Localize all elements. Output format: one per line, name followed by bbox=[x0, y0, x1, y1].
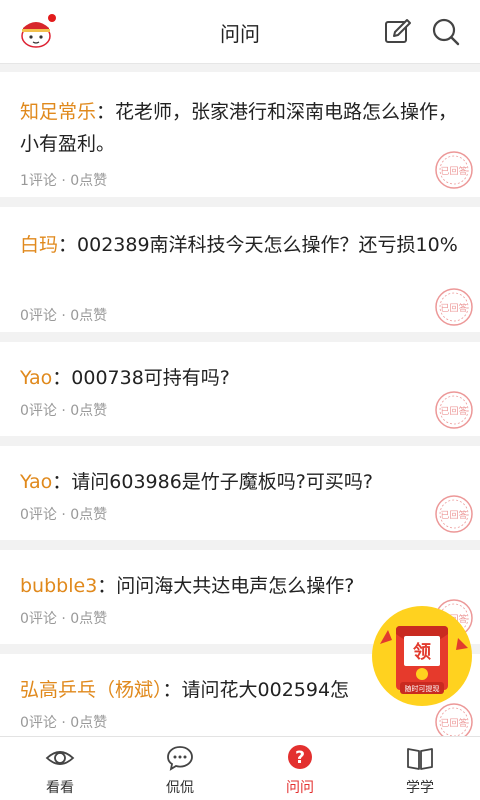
eye-icon bbox=[45, 751, 75, 765]
tab-label: 学学 bbox=[406, 780, 434, 796]
question-card[interactable]: 知足常乐：花老师，张家港行和深南电路怎么操作，小有盈利。 1评论 · 0点赞 已… bbox=[0, 72, 480, 197]
search-icon bbox=[432, 18, 460, 46]
author-name[interactable]: Yao bbox=[20, 367, 52, 389]
author-name[interactable]: Yao bbox=[20, 471, 52, 493]
red-envelope-icon: 领 随时可提现 bbox=[372, 606, 472, 706]
question-stats: 1评论 · 0点赞 bbox=[20, 173, 108, 189]
svg-text:已回答: 已回答 bbox=[440, 165, 467, 177]
question-text: 白玛：002389南洋科技今天怎么操作？还亏损10% bbox=[20, 234, 458, 256]
answered-stamp-icon: 已回答 bbox=[435, 151, 473, 189]
answered-stamp-icon: 已回答 bbox=[435, 288, 473, 326]
question-card[interactable]: Yao：000738可持有吗? 0评论 · 0点赞 已回答 bbox=[0, 342, 480, 436]
author-name[interactable]: bubble3 bbox=[20, 575, 97, 597]
question-text: 知足常乐：花老师，张家港行和深南电路怎么操作，小有盈利。 bbox=[20, 101, 458, 155]
search-button[interactable] bbox=[430, 16, 462, 48]
question-card[interactable]: Yao：请问603986是竹子魔板吗?可买吗? 0评论 · 0点赞 已回答 bbox=[0, 446, 480, 540]
bottom-nav: 看看 侃侃 ? 问问 学学 bbox=[0, 736, 480, 800]
tab-label: 看看 bbox=[46, 780, 74, 796]
question-stats: 0评论 · 0点赞 bbox=[20, 403, 108, 419]
svg-text:随时可提现: 随时可提现 bbox=[405, 684, 440, 693]
svg-text:已回答: 已回答 bbox=[440, 717, 467, 729]
chat-icon bbox=[167, 746, 193, 771]
question-stats: 0评论 · 0点赞 bbox=[20, 507, 108, 523]
question-text: bubble3：问问海大共达电声怎么操作? bbox=[20, 575, 355, 597]
svg-text:?: ? bbox=[295, 748, 305, 768]
tab-kankan[interactable]: 看看 bbox=[0, 737, 120, 800]
author-name[interactable]: 弘高乒乓（杨斌） bbox=[20, 679, 163, 701]
tab-xuexue[interactable]: 学学 bbox=[360, 737, 480, 800]
answered-stamp-icon: 已回答 bbox=[435, 391, 473, 429]
tab-kankan-chat[interactable]: 侃侃 bbox=[120, 737, 240, 800]
question-stats: 0评论 · 0点赞 bbox=[20, 715, 108, 731]
answered-stamp-icon: 已回答 bbox=[435, 495, 473, 533]
book-icon bbox=[407, 748, 433, 770]
tab-wenwen[interactable]: ? 问问 bbox=[240, 737, 360, 800]
edit-icon bbox=[385, 19, 411, 43]
red-envelope-button[interactable]: 领 随时可提现 bbox=[366, 600, 478, 712]
top-bar: 问问 bbox=[0, 0, 480, 64]
tab-label: 侃侃 bbox=[166, 780, 194, 796]
svg-text:已回答: 已回答 bbox=[440, 302, 467, 314]
author-name[interactable]: 知足常乐 bbox=[20, 101, 96, 123]
question-stats: 0评论 · 0点赞 bbox=[20, 611, 108, 627]
author-name[interactable]: 白玛 bbox=[20, 234, 58, 256]
question-text: Yao：000738可持有吗? bbox=[20, 367, 230, 389]
svg-text:已回答: 已回答 bbox=[440, 405, 467, 417]
question-icon: ? bbox=[288, 745, 312, 769]
tab-label: 问问 bbox=[286, 780, 314, 796]
question-text: Yao：请问603986是竹子魔板吗?可买吗? bbox=[20, 471, 373, 493]
question-card[interactable]: 白玛：002389南洋科技今天怎么操作？还亏损10% 0评论 · 0点赞 已回答 bbox=[0, 207, 480, 332]
svg-text:已回答: 已回答 bbox=[440, 509, 467, 521]
question-stats: 0评论 · 0点赞 bbox=[20, 308, 108, 324]
svg-text:领: 领 bbox=[413, 641, 431, 663]
compose-button[interactable] bbox=[382, 16, 414, 48]
